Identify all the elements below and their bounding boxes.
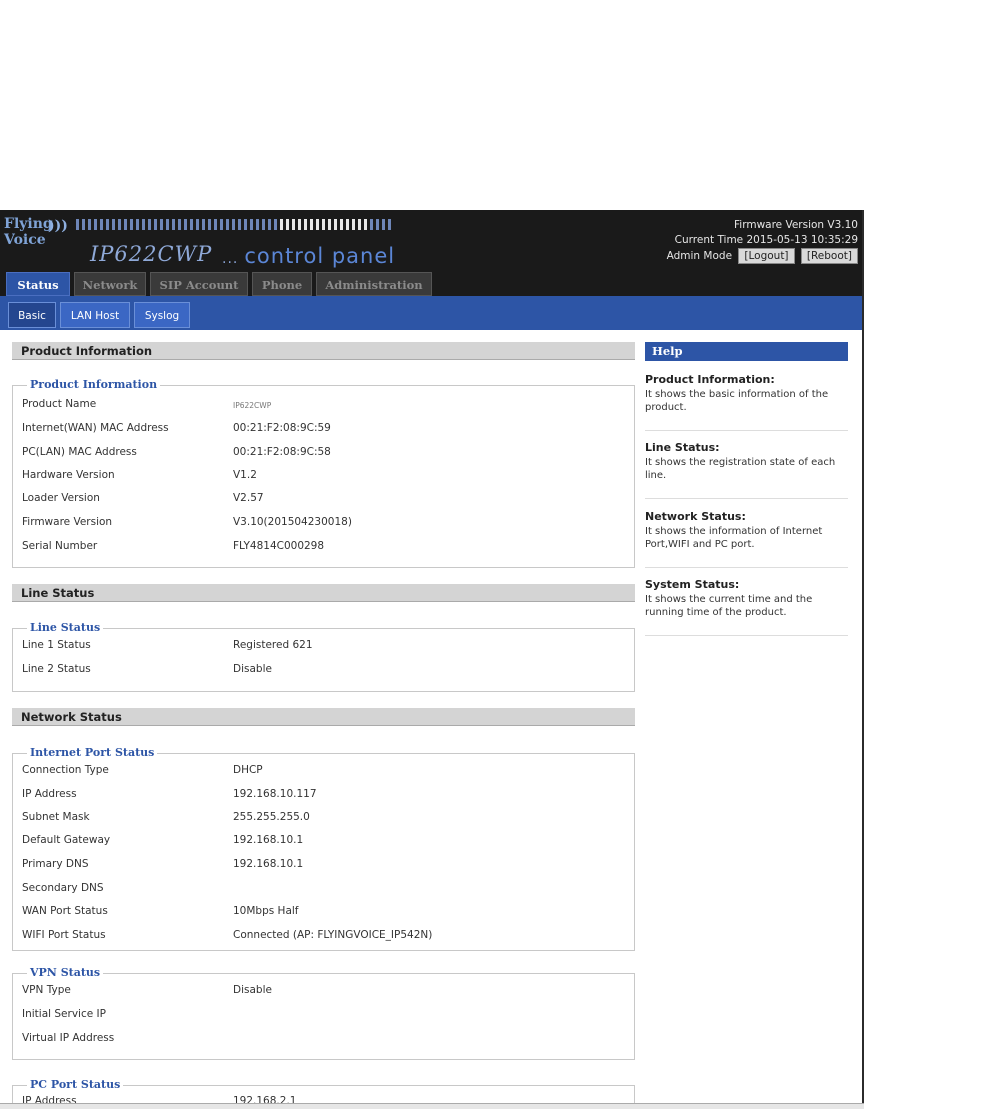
value-serial-number: FLY4814C000298 — [233, 540, 325, 552]
browser-frame: Flying Voice ))) IP622CWP ... control pan… — [0, 210, 864, 1108]
brand-line-2: Voice — [4, 232, 46, 248]
admin-mode-label: Admin Mode — [666, 250, 733, 262]
section-product-information: Product Information — [12, 342, 635, 360]
label-initial-service-ip: Initial Service IP — [22, 1008, 106, 1020]
help-item-line-status: Line Status: It shows the registration s… — [645, 441, 848, 499]
help-item-network-status: Network Status: It shows the information… — [645, 510, 848, 568]
tab-phone[interactable]: Phone — [252, 272, 312, 296]
help-header: Help — [645, 342, 848, 361]
logout-button[interactable]: [Logout] — [738, 248, 795, 264]
label-secondary-dns: Secondary DNS — [22, 882, 104, 894]
value-default-gateway: 192.168.10.1 — [233, 834, 304, 846]
help-text: It shows the registration state of each … — [645, 457, 836, 481]
label-wan-port-status: WAN Port Status — [22, 905, 108, 917]
subtab-lan-host[interactable]: LAN Host — [60, 302, 130, 328]
label-hardware-version: Hardware Version — [22, 469, 115, 481]
help-item-system-status: System Status: It shows the current time… — [645, 578, 848, 636]
value-wifi-port-status: Connected (AP: FLYINGVOICE_IP542N) — [233, 929, 433, 941]
label-default-gateway: Default Gateway — [22, 834, 111, 846]
label-subnet-mask: Subnet Mask — [22, 811, 90, 823]
admin-row: Admin Mode [Logout] [Reboot] — [667, 248, 858, 264]
horizontal-scrollbar[interactable] — [0, 1103, 864, 1109]
firmware-version-label: Firmware Version V3.10 — [734, 219, 858, 231]
value-primary-dns: 192.168.10.1 — [233, 858, 304, 870]
subtab-basic[interactable]: Basic — [8, 302, 56, 328]
value-line-1-status: Registered 621 — [233, 639, 313, 651]
label-loader-version: Loader Version — [22, 492, 100, 504]
value-connection-type: DHCP — [233, 764, 263, 776]
label-line-2-status: Line 2 Status — [22, 663, 91, 675]
tab-sip-account[interactable]: SIP Account — [150, 272, 248, 296]
value-product-name: IP622CWP — [233, 401, 272, 410]
fieldset-vpn-status: VPN Status VPN Type Disable Initial Serv… — [12, 966, 635, 1060]
subtab-syslog[interactable]: Syslog — [134, 302, 190, 328]
help-title: Product Information: — [645, 373, 775, 386]
main-tabs: Status Network SIP Account Phone Adminis… — [0, 272, 862, 296]
panel-dots: ... — [222, 251, 239, 267]
value-ip-address: 192.168.10.117 — [233, 788, 317, 800]
value-firmware-version: V3.10(201504230018) — [233, 516, 352, 528]
section-line-status: Line Status — [12, 584, 635, 602]
value-wan-port-status: 10Mbps Half — [233, 905, 299, 917]
help-title: Line Status: — [645, 441, 720, 454]
label-lan-mac: PC(LAN) MAC Address — [22, 446, 137, 458]
current-time-label: Current Time 2015-05-13 10:35:29 — [674, 234, 858, 246]
value-vpn-type: Disable — [233, 984, 272, 996]
fieldset-internet-port-status: Internet Port Status Connection Type DHC… — [12, 746, 635, 951]
help-item-product-information: Product Information: It shows the basic … — [645, 373, 848, 431]
legend-internet-port-status: Internet Port Status — [27, 746, 158, 759]
label-wan-mac: Internet(WAN) MAC Address — [22, 422, 169, 434]
label-vpn-type: VPN Type — [22, 984, 71, 996]
control-panel-title: ... control panel — [222, 244, 395, 268]
legend-pc-port-status: PC Port Status — [27, 1078, 124, 1091]
tab-network[interactable]: Network — [74, 272, 146, 296]
brand-logo: Flying Voice ))) — [4, 216, 68, 262]
reboot-button[interactable]: [Reboot] — [800, 248, 858, 264]
label-virtual-ip-address: Virtual IP Address — [22, 1032, 115, 1044]
header-info: Firmware Version V3.10 Current Time 2015… — [667, 218, 858, 264]
legend-line-status: Line Status — [27, 621, 104, 634]
label-firmware-version: Firmware Version — [22, 516, 113, 528]
help-title: Network Status: — [645, 510, 746, 523]
label-primary-dns: Primary DNS — [22, 858, 89, 870]
panel-title: control panel — [244, 244, 396, 268]
label-line-1-status: Line 1 Status — [22, 639, 91, 651]
value-subnet-mask: 255.255.255.0 — [233, 811, 310, 823]
value-hardware-version: V1.2 — [233, 469, 257, 481]
legend-vpn-status: VPN Status — [27, 966, 104, 979]
label-serial-number: Serial Number — [22, 540, 98, 552]
label-product-name: Product Name — [22, 398, 97, 410]
model-name: IP622CWP — [90, 242, 213, 266]
tab-status[interactable]: Status — [6, 272, 70, 296]
section-network-status: Network Status — [12, 708, 635, 726]
label-connection-type: Connection Type — [22, 764, 109, 776]
sub-tabs: Basic LAN Host Syslog — [0, 296, 862, 330]
signal-waves-icon: ))) — [48, 218, 68, 234]
fieldset-product-information: Product Information Product Name IP622CW… — [12, 378, 635, 568]
help-text: It shows the basic information of the pr… — [645, 389, 829, 413]
help-text: It shows the current time and the runnin… — [645, 594, 813, 618]
tab-administration[interactable]: Administration — [316, 272, 432, 296]
value-loader-version: V2.57 — [233, 492, 264, 504]
label-ip-address: IP Address — [22, 788, 77, 800]
signal-bars-icon — [76, 218, 391, 230]
header: Flying Voice ))) IP622CWP ... control pan… — [0, 210, 862, 272]
legend-product-information: Product Information — [27, 378, 161, 391]
value-lan-mac: 00:21:F2:08:9C:58 — [233, 446, 331, 458]
label-wifi-port-status: WIFI Port Status — [22, 929, 106, 941]
value-line-2-status: Disable — [233, 663, 272, 675]
help-text: It shows the information of Internet Por… — [645, 526, 823, 550]
fieldset-line-status: Line Status Line 1 Status Registered 621… — [12, 621, 635, 692]
help-title: System Status: — [645, 578, 740, 591]
value-wan-mac: 00:21:F2:08:9C:59 — [233, 422, 331, 434]
